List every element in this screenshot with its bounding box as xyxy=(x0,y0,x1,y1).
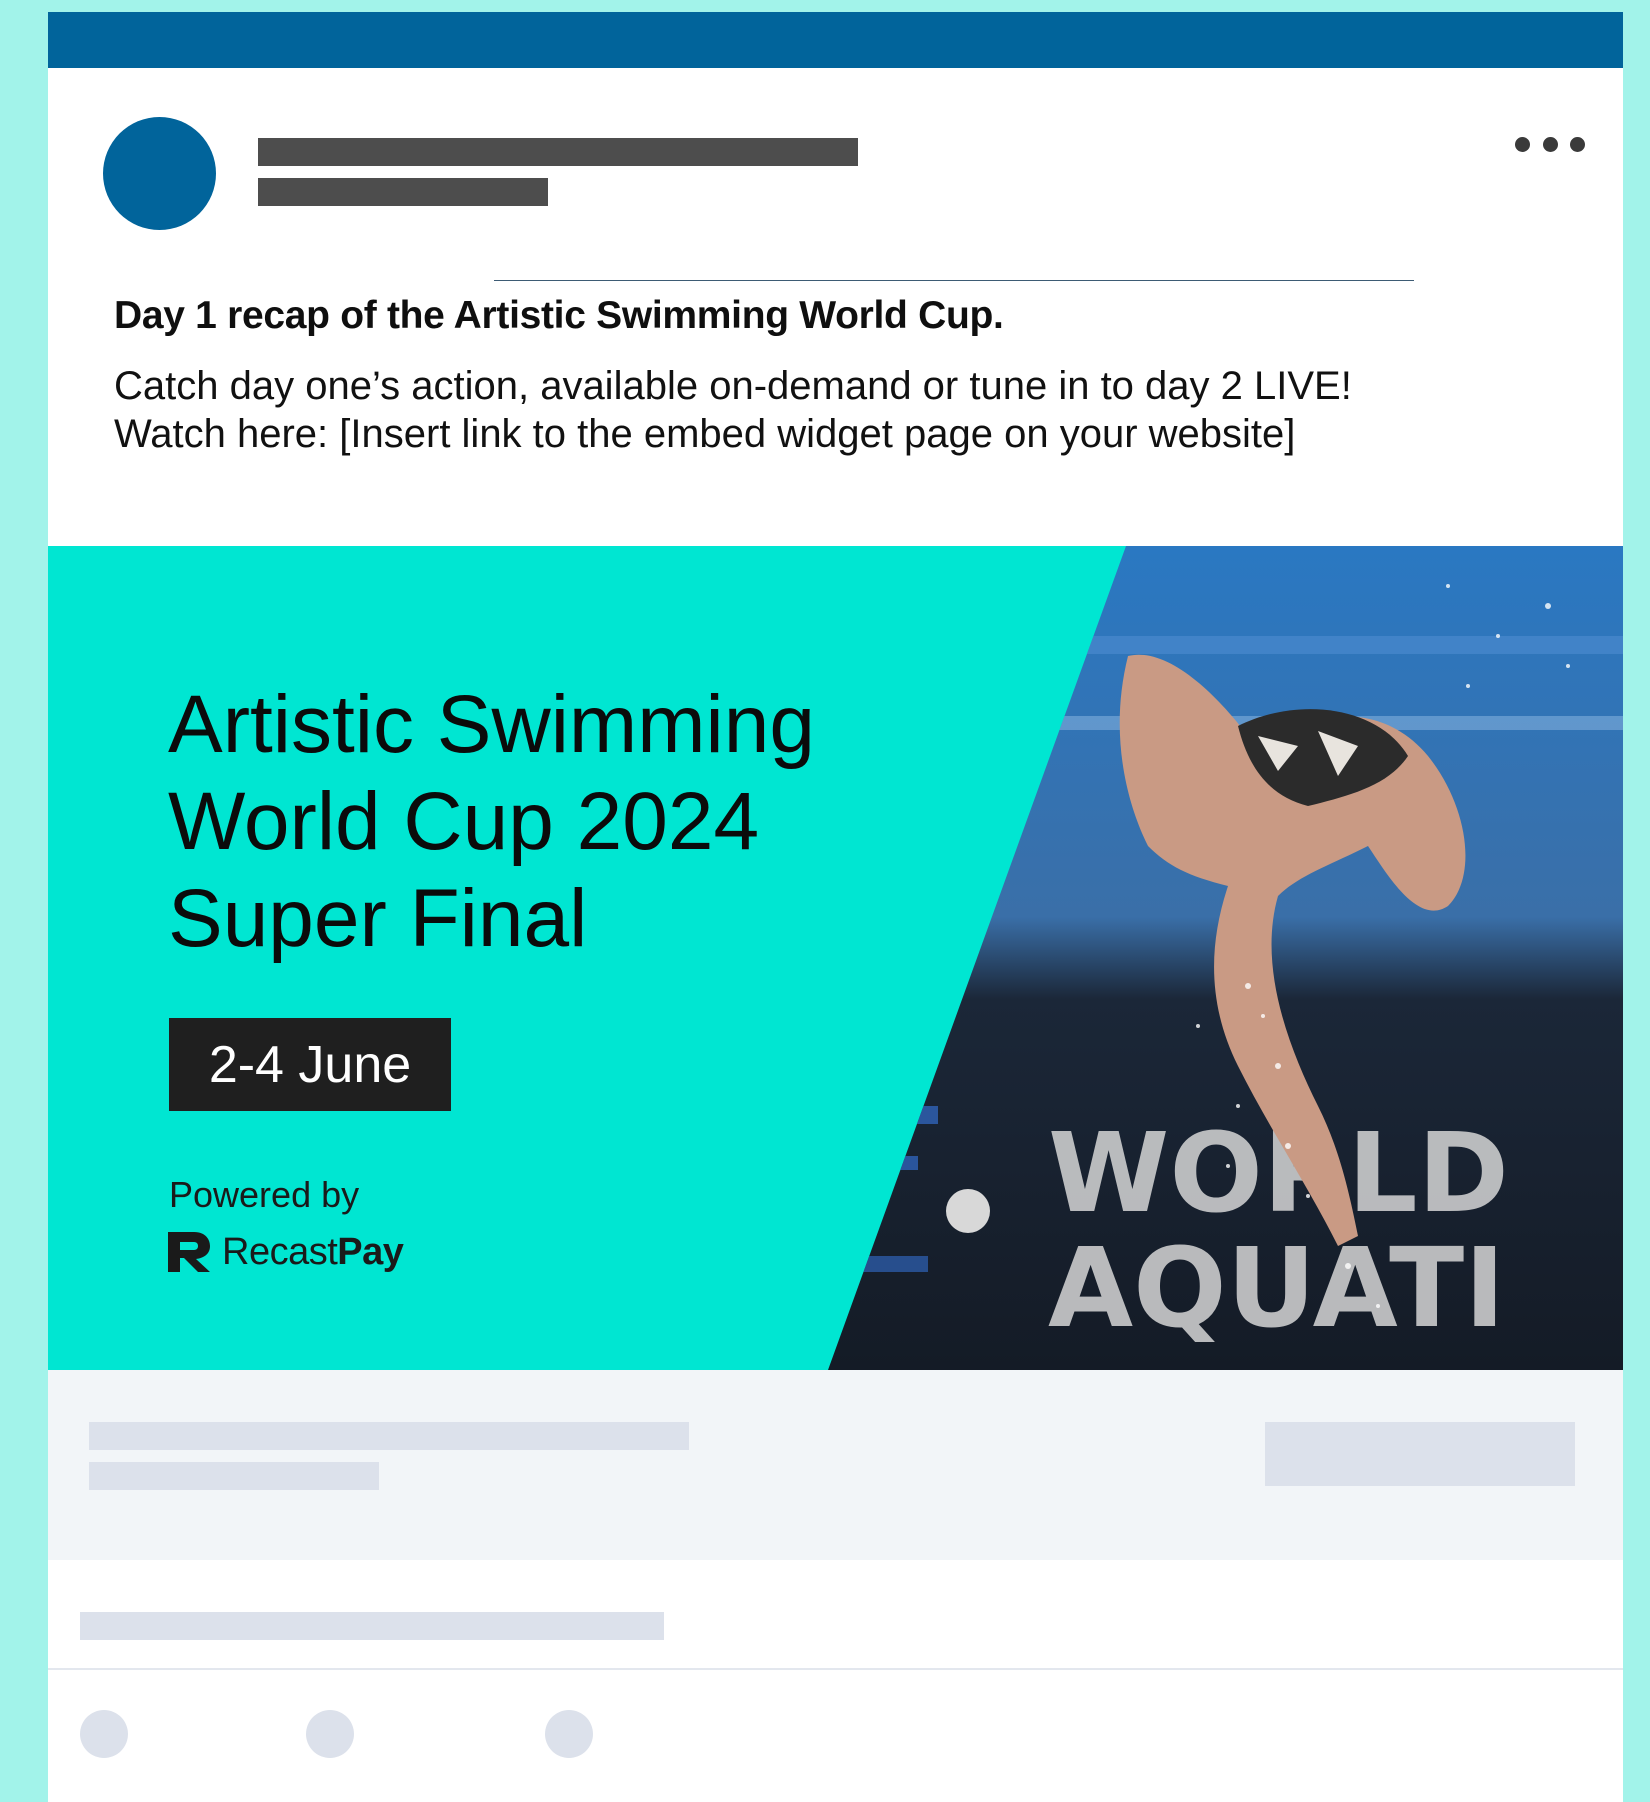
banner-headline: Artistic Swimming World Cup 2024 Super F… xyxy=(168,676,815,967)
reaction-count-placeholder xyxy=(89,1422,689,1450)
share-action-icon[interactable] xyxy=(545,1710,593,1758)
action-button-placeholder[interactable] xyxy=(1265,1422,1575,1486)
comment-action-icon[interactable] xyxy=(306,1710,354,1758)
more-dot xyxy=(1570,136,1585,152)
avatar[interactable] xyxy=(103,117,216,230)
post-image-banner[interactable]: WORLD AQUATI Artistic Swimming World Cup… xyxy=(48,546,1623,1370)
like-action-icon[interactable] xyxy=(80,1710,128,1758)
headline-line: Super Final xyxy=(168,873,588,964)
more-dot xyxy=(1515,136,1530,152)
recastpay-logo-icon xyxy=(168,1232,210,1272)
more-dot xyxy=(1542,136,1558,152)
action-divider xyxy=(48,1668,1623,1670)
photo-text: AQUATI xyxy=(1048,1224,1505,1352)
brand-name-bold: Pay xyxy=(337,1230,404,1273)
comment-placeholder xyxy=(80,1612,664,1640)
post-body-line: Watch here: [Insert link to the embed wi… xyxy=(114,412,1296,456)
post-body-line: Catch day one’s action, available on-dem… xyxy=(114,364,1352,408)
headline-line: Artistic Swimming xyxy=(168,679,815,770)
top-bar xyxy=(48,12,1623,68)
headline-line: World Cup 2024 xyxy=(168,776,760,867)
date-badge: 2-4 June xyxy=(169,1018,451,1111)
author-meta-placeholder xyxy=(258,178,548,206)
divider-line xyxy=(494,280,1414,281)
powered-by-label: Powered by xyxy=(169,1174,360,1215)
post-body: Catch day one’s action, available on-dem… xyxy=(114,362,1594,458)
brand-name: RecastPay xyxy=(222,1230,404,1274)
post-title: Day 1 recap of the Artistic Swimming Wor… xyxy=(114,294,1004,337)
post-card: Day 1 recap of the Artistic Swimming Wor… xyxy=(48,12,1623,1802)
comment-count-placeholder xyxy=(89,1462,379,1490)
author-name-placeholder[interactable] xyxy=(258,138,858,166)
more-options-icon[interactable] xyxy=(1515,132,1585,156)
reactions-area xyxy=(48,1370,1623,1560)
brand-name-regular: Recast xyxy=(222,1230,338,1273)
brand-logo: RecastPay xyxy=(166,1230,404,1274)
